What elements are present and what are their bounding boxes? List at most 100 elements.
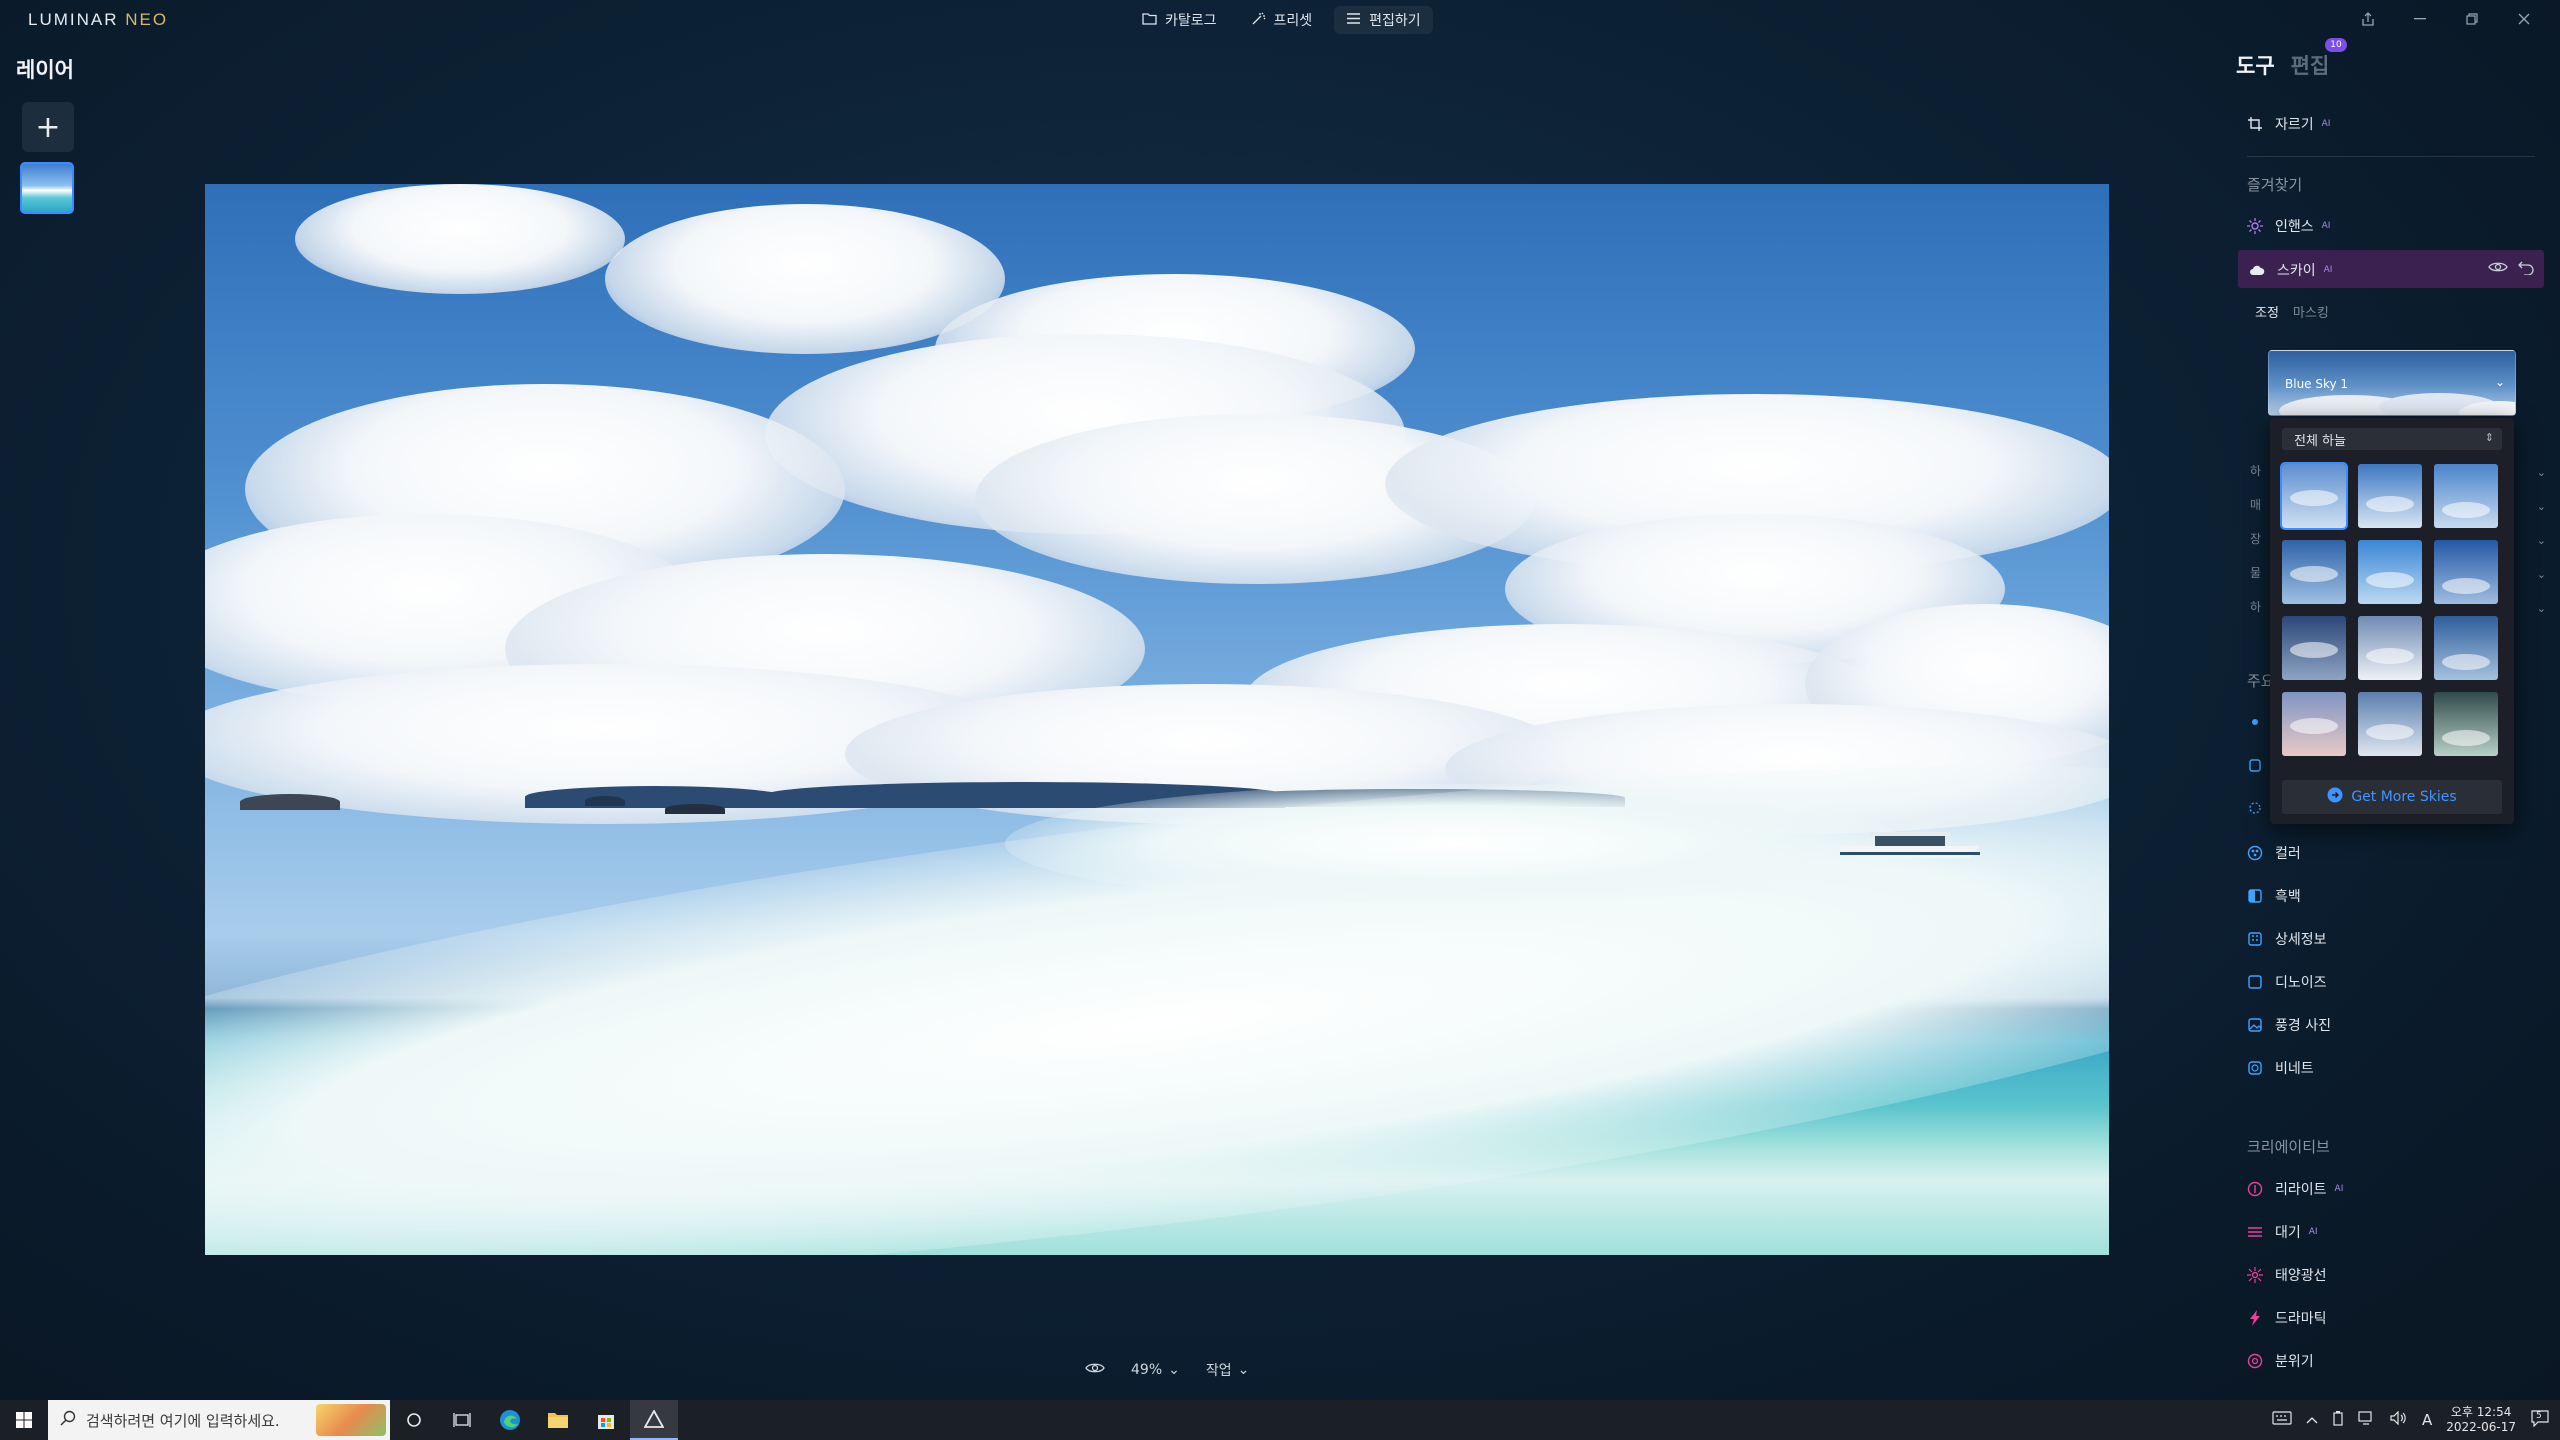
chevron-down-icon: ⌄ bbox=[2494, 375, 2505, 389]
tool-vignette[interactable]: 비네트 bbox=[2247, 1058, 2314, 1078]
sky-thumbnail[interactable] bbox=[2358, 464, 2422, 528]
close-icon[interactable] bbox=[2498, 4, 2550, 34]
mode-switcher: 카탈로그 프리셋 편집하기 bbox=[1130, 6, 1433, 34]
notification-count: 5 bbox=[2536, 1411, 2542, 1421]
tool-landscape[interactable]: 풍경 사진 bbox=[2247, 1015, 2331, 1035]
mode-presets[interactable]: 프리셋 bbox=[1239, 6, 1325, 34]
chevron-down-icon: ⌄ bbox=[2536, 500, 2546, 513]
tool-mood[interactable]: 분위기 bbox=[2247, 1351, 2314, 1371]
eye-icon[interactable] bbox=[1085, 1361, 1105, 1379]
photo-canvas[interactable] bbox=[205, 184, 2109, 1255]
sky-category-select[interactable]: 전체 하늘 ⇕ bbox=[2282, 428, 2502, 450]
notification-center-icon[interactable]: 5 bbox=[2530, 1409, 2550, 1431]
bw-icon bbox=[2247, 888, 2263, 904]
tab-edits[interactable]: 편집 bbox=[2291, 50, 2330, 80]
tool-atmosphere-label: 대기 bbox=[2275, 1225, 2301, 1241]
sky-select-dropdown[interactable]: Blue Sky 1 ⌄ bbox=[2268, 350, 2516, 416]
tool-denoise[interactable]: 디노이즈 bbox=[2247, 972, 2327, 992]
sky-thumbnail[interactable] bbox=[2282, 692, 2346, 756]
tool-dramatic[interactable]: 드라마틱 bbox=[2247, 1308, 2327, 1328]
taskbar-clock[interactable]: 오후 12:54 2022-06-17 bbox=[2446, 1405, 2516, 1435]
tool-denoise-label: 디노이즈 bbox=[2275, 975, 2327, 991]
get-more-skies-label: Get More Skies bbox=[2351, 789, 2457, 805]
chevron-up-icon[interactable] bbox=[2306, 1413, 2318, 1428]
keyboard-icon[interactable] bbox=[2272, 1411, 2292, 1429]
tool-essential-hidden-1[interactable] bbox=[2247, 714, 2263, 730]
sky-thumbnail[interactable] bbox=[2282, 616, 2346, 680]
cortana-icon[interactable] bbox=[390, 1400, 438, 1440]
taskbar-search-box[interactable]: 검색하려면 여기에 입력하세요. bbox=[48, 1400, 390, 1440]
tool-enhance[interactable]: 인핸스 AI bbox=[2247, 216, 2330, 236]
volume-icon[interactable] bbox=[2390, 1410, 2408, 1429]
luminar-app-icon[interactable] bbox=[630, 1400, 678, 1440]
edits-count-badge: 10 bbox=[2325, 38, 2347, 52]
network-icon[interactable] bbox=[2358, 1411, 2376, 1429]
sky-thumbnail[interactable] bbox=[2358, 692, 2422, 756]
sky-subtabs: 조정 마스킹 bbox=[2255, 302, 2329, 321]
windows-start-button[interactable] bbox=[0, 1400, 48, 1440]
tool-essential-hidden-2[interactable] bbox=[2247, 757, 2263, 773]
tool-sunrays-label: 태양광선 bbox=[2275, 1268, 2327, 1284]
task-view-icon[interactable] bbox=[438, 1400, 486, 1440]
action-dropdown[interactable]: 작업 ⌄ bbox=[1206, 1360, 1250, 1380]
tool-color-label: 컬러 bbox=[2275, 846, 2301, 862]
chevron-down-icon: ⌄ bbox=[1237, 1362, 1250, 1378]
sky-thumbnail[interactable] bbox=[2282, 540, 2346, 604]
zoom-value: 49% bbox=[1131, 1362, 1163, 1378]
tool-essential-hidden-3[interactable] bbox=[2247, 800, 2263, 816]
tool-details-label: 상세정보 bbox=[2275, 932, 2327, 948]
mode-edit[interactable]: 편집하기 bbox=[1334, 6, 1433, 34]
tool-color[interactable]: 컬러 bbox=[2247, 843, 2301, 863]
sky-thumbnail[interactable] bbox=[2434, 692, 2498, 756]
get-more-skies-button[interactable]: Get More Skies bbox=[2282, 780, 2502, 814]
tool-sky[interactable]: 스카이 AI bbox=[2249, 260, 2332, 280]
color-icon bbox=[2247, 845, 2263, 861]
tool-atmosphere[interactable]: 대기 AI bbox=[2247, 1222, 2318, 1242]
tool-bw[interactable]: 흑백 bbox=[2247, 886, 2301, 906]
reset-icon[interactable] bbox=[2518, 259, 2534, 279]
tool-sunrays[interactable]: 태양광선 bbox=[2247, 1265, 2327, 1285]
minimize-icon[interactable] bbox=[2394, 4, 2446, 34]
sky-thumbnail[interactable] bbox=[2434, 616, 2498, 680]
restore-icon[interactable] bbox=[2446, 4, 2498, 34]
denoise-icon bbox=[2247, 974, 2263, 990]
sky-picker-popup: 전체 하늘 ⇕ Get More Skies bbox=[2270, 418, 2514, 824]
dramatic-icon bbox=[2247, 1310, 2263, 1326]
sky-thumbnail[interactable] bbox=[2434, 464, 2498, 528]
atmosphere-icon bbox=[2247, 1224, 2263, 1240]
app-logo: LUMINAR NEO bbox=[28, 10, 169, 29]
sky-thumbnail[interactable] bbox=[2358, 540, 2422, 604]
subtab-masking[interactable]: 마스킹 bbox=[2293, 302, 2329, 321]
share-icon[interactable] bbox=[2342, 4, 2394, 34]
layer-thumbnail[interactable] bbox=[20, 162, 74, 214]
store-icon[interactable] bbox=[582, 1400, 630, 1440]
battery-icon[interactable] bbox=[2332, 1410, 2344, 1430]
chevron-down-icon: ⌄ bbox=[2536, 602, 2546, 615]
ai-mark: AI bbox=[2334, 1184, 2344, 1194]
chevron-down-icon: ⌄ bbox=[2536, 568, 2546, 581]
zoom-dropdown[interactable]: 49% ⌄ bbox=[1131, 1362, 1180, 1378]
tool-sky-active[interactable]: 스카이 AI bbox=[2238, 250, 2544, 288]
folder-icon bbox=[1142, 12, 1157, 29]
mode-catalog[interactable]: 카탈로그 bbox=[1130, 6, 1229, 34]
edge-browser-icon[interactable] bbox=[486, 1400, 534, 1440]
eye-icon[interactable] bbox=[2488, 259, 2508, 278]
tool-details[interactable]: 상세정보 bbox=[2247, 929, 2327, 949]
tool-relight[interactable]: 리라이트 AI bbox=[2247, 1179, 2343, 1199]
tool-crop[interactable]: 자르기 AI bbox=[2247, 114, 2330, 134]
sky-thumbnail[interactable] bbox=[2434, 540, 2498, 604]
windows-taskbar: 검색하려면 여기에 입력하세요. A 오후 12:54 2022-06-17 5 bbox=[0, 1400, 2560, 1440]
ime-indicator[interactable]: A bbox=[2422, 1411, 2432, 1429]
tool-mood-label: 분위기 bbox=[2275, 1354, 2314, 1370]
mood-icon bbox=[2247, 1353, 2263, 1369]
add-layer-button[interactable]: + bbox=[22, 102, 74, 152]
sky-thumbnail[interactable] bbox=[2280, 462, 2348, 530]
tab-tools[interactable]: 도구 bbox=[2236, 50, 2275, 80]
subtab-adjust[interactable]: 조정 bbox=[2255, 302, 2279, 321]
chevron-down-icon: ⌄ bbox=[2536, 534, 2546, 547]
sky-thumbnail[interactable] bbox=[2358, 616, 2422, 680]
magic-wand-icon bbox=[1251, 11, 1266, 30]
file-explorer-icon[interactable] bbox=[534, 1400, 582, 1440]
ai-mark: AI bbox=[2308, 1227, 2318, 1237]
favorites-label: 즐겨찾기 bbox=[2247, 176, 2303, 194]
